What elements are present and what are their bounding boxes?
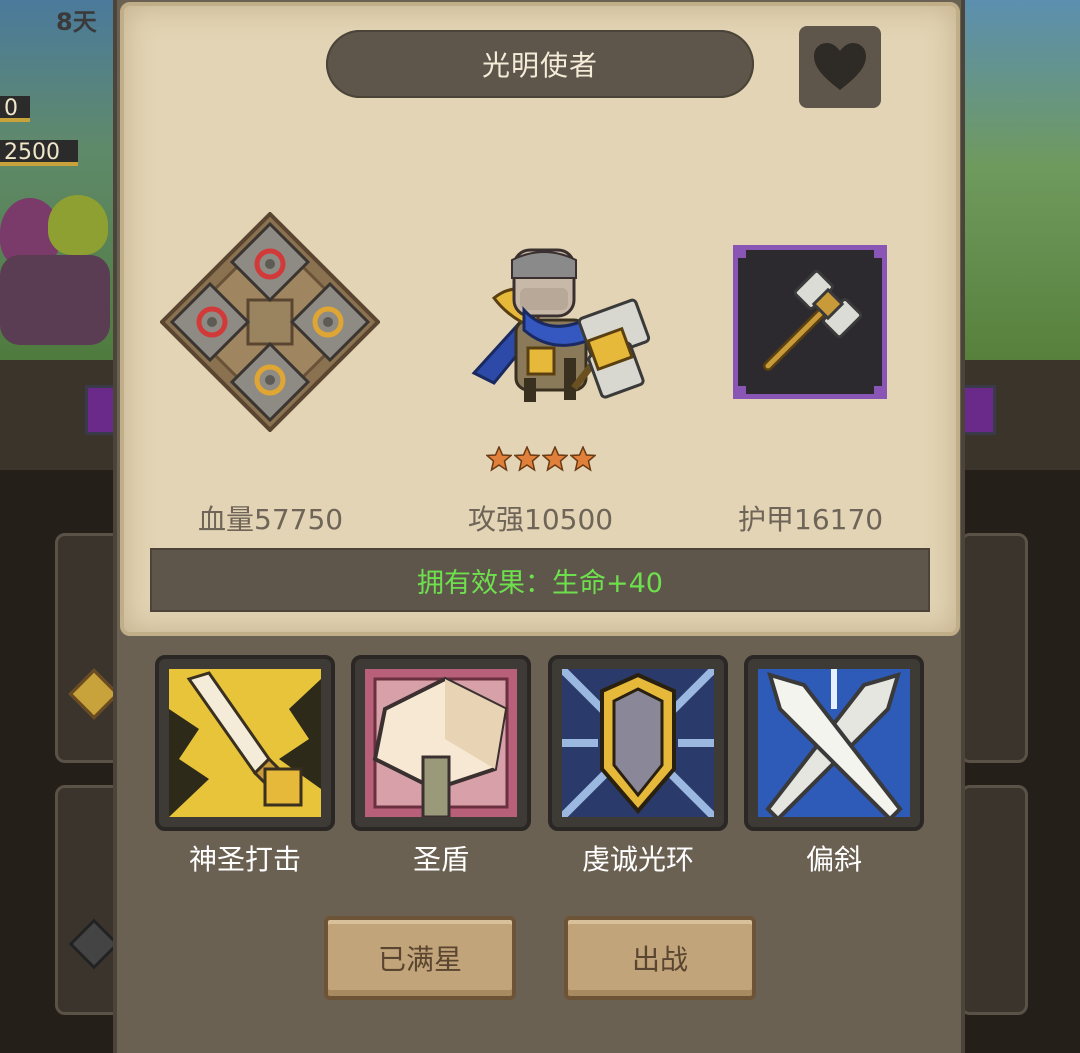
stat-attack: 攻强10500: [468, 503, 614, 536]
devotion-aura-icon: [562, 669, 714, 817]
war-hammer-icon: [738, 250, 882, 394]
background-scene-right: [960, 0, 1080, 370]
enemy-hp-bar: 0: [0, 96, 30, 122]
skill-label: 虔诚光环: [581, 843, 694, 876]
max-star-button-label: 已满星: [377, 943, 462, 976]
skill-label: 圣盾: [412, 843, 469, 876]
max-star-button[interactable]: 已满星: [324, 916, 516, 1000]
rune-board-icon[interactable]: [159, 211, 381, 433]
title-banner: 光明使者: [326, 30, 754, 98]
enemy-sprite: [48, 195, 108, 255]
holy-strike-icon: [169, 669, 321, 817]
favorite-button[interactable]: [799, 26, 881, 108]
skill-holy-strike[interactable]: [155, 655, 335, 831]
skill-label: 神圣打击: [188, 843, 301, 876]
star-icon: [542, 446, 568, 472]
enemy-sprite: [0, 255, 110, 345]
owned-effect-text: 拥有效果：生命+40: [417, 567, 663, 599]
star-rating: [486, 446, 596, 474]
weapon-slot[interactable]: [733, 245, 887, 399]
skill-holy-shield[interactable]: [351, 655, 531, 831]
holy-shield-icon: [365, 669, 517, 817]
background-hero-card: [960, 533, 1028, 763]
skill-deflect[interactable]: [744, 655, 924, 831]
skill-label: 偏斜: [805, 843, 862, 876]
stat-hp: 血量57750: [198, 503, 344, 536]
stat-armor: 护甲16170: [738, 503, 884, 536]
deflect-icon: [758, 669, 910, 817]
deploy-button[interactable]: 出战: [564, 916, 756, 1000]
background-hero-card: [960, 785, 1028, 1015]
day-counter: 8天: [56, 8, 97, 36]
owned-effect-bar: 拥有效果：生命+40: [150, 548, 930, 612]
star-icon: [486, 446, 512, 472]
skill-devotion-aura[interactable]: [548, 655, 728, 831]
hero-name: 光明使者: [481, 49, 598, 82]
heart-icon: [814, 43, 866, 90]
enemy-hp-bar: 2500: [0, 140, 78, 166]
star-icon: [514, 446, 540, 472]
star-icon: [570, 446, 596, 472]
deploy-button-label: 出战: [631, 943, 688, 976]
paladin-hero-portrait: [464, 248, 654, 413]
background-card-slot: [960, 385, 996, 435]
